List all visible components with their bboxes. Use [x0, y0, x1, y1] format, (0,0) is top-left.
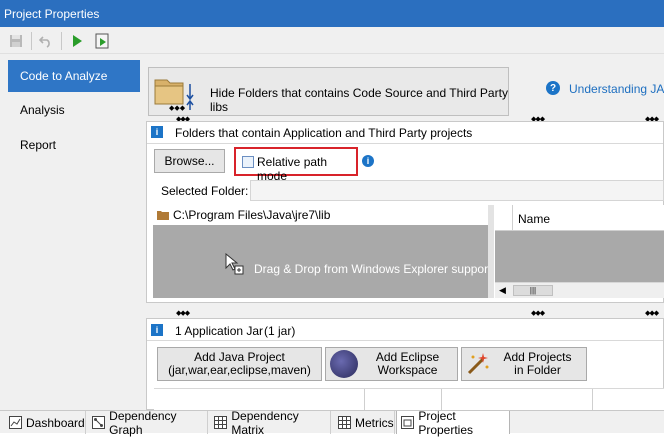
magic-wand-icon — [465, 351, 489, 377]
left-navigation: Code to Analyze Analysis Report — [0, 54, 144, 410]
splitter-grip-icon[interactable]: ◆◆◆ — [531, 309, 545, 317]
tab-project-properties[interactable]: Project Properties — [396, 408, 510, 437]
name-column-header[interactable]: Name — [518, 212, 550, 226]
hide-folders-button[interactable]: ◆◆◆ Hide Folders that contains Code Sour… — [148, 67, 509, 116]
svg-text:◆◆◆: ◆◆◆ — [169, 104, 186, 112]
table-body — [495, 231, 664, 282]
bottom-tab-bar: Dashboard Dependency Graph Dependency Ma… — [0, 408, 664, 437]
nav-item-code-to-analyze[interactable]: Code to Analyze — [8, 60, 140, 92]
folder-arrows-icon: ◆◆◆ — [153, 72, 199, 115]
tab-dependency-graph[interactable]: Dependency Graph — [88, 408, 208, 437]
run-icon[interactable] — [67, 31, 87, 51]
drop-zone-text: Drag & Drop from Windows Explorer suppor… — [254, 262, 505, 276]
folder-list-item[interactable]: C:\Program Files\Java\jre7\lib — [173, 208, 330, 222]
nav-item-report[interactable]: Report — [8, 129, 140, 161]
tab-label: Project Properties — [418, 408, 474, 437]
metrics-icon — [337, 416, 351, 430]
horizontal-scrollbar[interactable]: ◀ ||| — [495, 282, 664, 298]
tab-label: Dashboard — [26, 415, 85, 430]
scroll-thumb[interactable]: ||| — [513, 285, 553, 296]
toolbar — [0, 27, 664, 54]
save-icon[interactable] — [6, 31, 26, 51]
undo-icon[interactable] — [36, 31, 56, 51]
projects-table-header — [154, 388, 664, 410]
tab-dashboard[interactable]: Dashboard — [4, 411, 86, 434]
understanding-link[interactable]: Understanding JArc — [569, 82, 664, 96]
relative-path-label: Relative path mode — [257, 155, 328, 183]
folder-icon — [157, 209, 169, 223]
toolbar-separator — [61, 32, 62, 50]
help-icon[interactable]: ? — [546, 81, 560, 95]
scroll-left-icon[interactable]: ◀ — [499, 285, 506, 296]
add-java-project-button[interactable]: Add Java Project (jar,war,ear,eclipse,ma… — [157, 347, 322, 381]
hide-folders-label: Hide Folders that contains Code Source a… — [210, 86, 508, 114]
tab-metrics[interactable]: Metrics — [333, 411, 395, 434]
tab-label: Metrics — [355, 415, 394, 430]
info-icon: i — [151, 126, 163, 138]
column-divider — [441, 389, 442, 410]
column-divider — [364, 389, 365, 410]
drop-zone[interactable]: Drag & Drop from Windows Explorer suppor… — [153, 225, 505, 298]
window-title: Project Properties — [4, 7, 100, 21]
relative-path-checkbox[interactable] — [242, 156, 254, 168]
folders-panel-header: i Folders that contain Application and T… — [147, 122, 663, 144]
application-panel-title: 1 Application Jar — [175, 324, 264, 338]
add-projects-in-folder-button[interactable]: Add Projects in Folder — [461, 347, 587, 381]
list-scrollbar[interactable] — [488, 205, 494, 298]
properties-icon — [401, 416, 415, 430]
tab-label: Dependency Graph — [109, 408, 177, 437]
graph-icon — [92, 416, 106, 430]
drag-cursor-icon — [225, 252, 245, 278]
tab-label: Dependency Matrix — [231, 408, 299, 437]
run-analysis-icon[interactable] — [93, 31, 113, 51]
add-eclipse-workspace-button[interactable]: Add Eclipse Workspace — [325, 347, 458, 381]
tab-dependency-matrix[interactable]: Dependency Matrix — [210, 408, 331, 437]
column-divider — [512, 205, 513, 231]
add-eclipse-label: Add Eclipse Workspace — [375, 350, 440, 377]
toolbar-separator — [31, 32, 32, 50]
add-projects-label: Add Projects in Folder — [503, 350, 572, 377]
application-jar-count: (1 jar) — [264, 324, 296, 338]
application-panel-header: i 1 Application Jar (1 jar) — [147, 319, 663, 341]
title-bar: Project Properties — [0, 0, 664, 27]
selected-folder-label: Selected Folder: — [161, 184, 249, 198]
splitter-grip-icon[interactable]: ◆◆◆ — [176, 309, 190, 317]
table-header: Name — [495, 205, 664, 231]
column-divider — [592, 389, 593, 410]
relative-path-highlight: Relative path mode — [234, 147, 358, 183]
folders-panel-title: Folders that contain Application and Thi… — [175, 126, 473, 140]
eclipse-icon — [330, 350, 358, 378]
dashboard-icon — [8, 416, 22, 430]
browse-button[interactable]: Browse... — [154, 149, 225, 173]
selected-folder-input[interactable] — [250, 180, 664, 201]
splitter-grip-icon[interactable]: ◆◆◆ — [645, 309, 659, 317]
nav-item-analysis[interactable]: Analysis — [8, 94, 140, 126]
matrix-icon — [214, 416, 228, 430]
info-icon: i — [362, 155, 374, 167]
info-icon: i — [151, 324, 163, 336]
